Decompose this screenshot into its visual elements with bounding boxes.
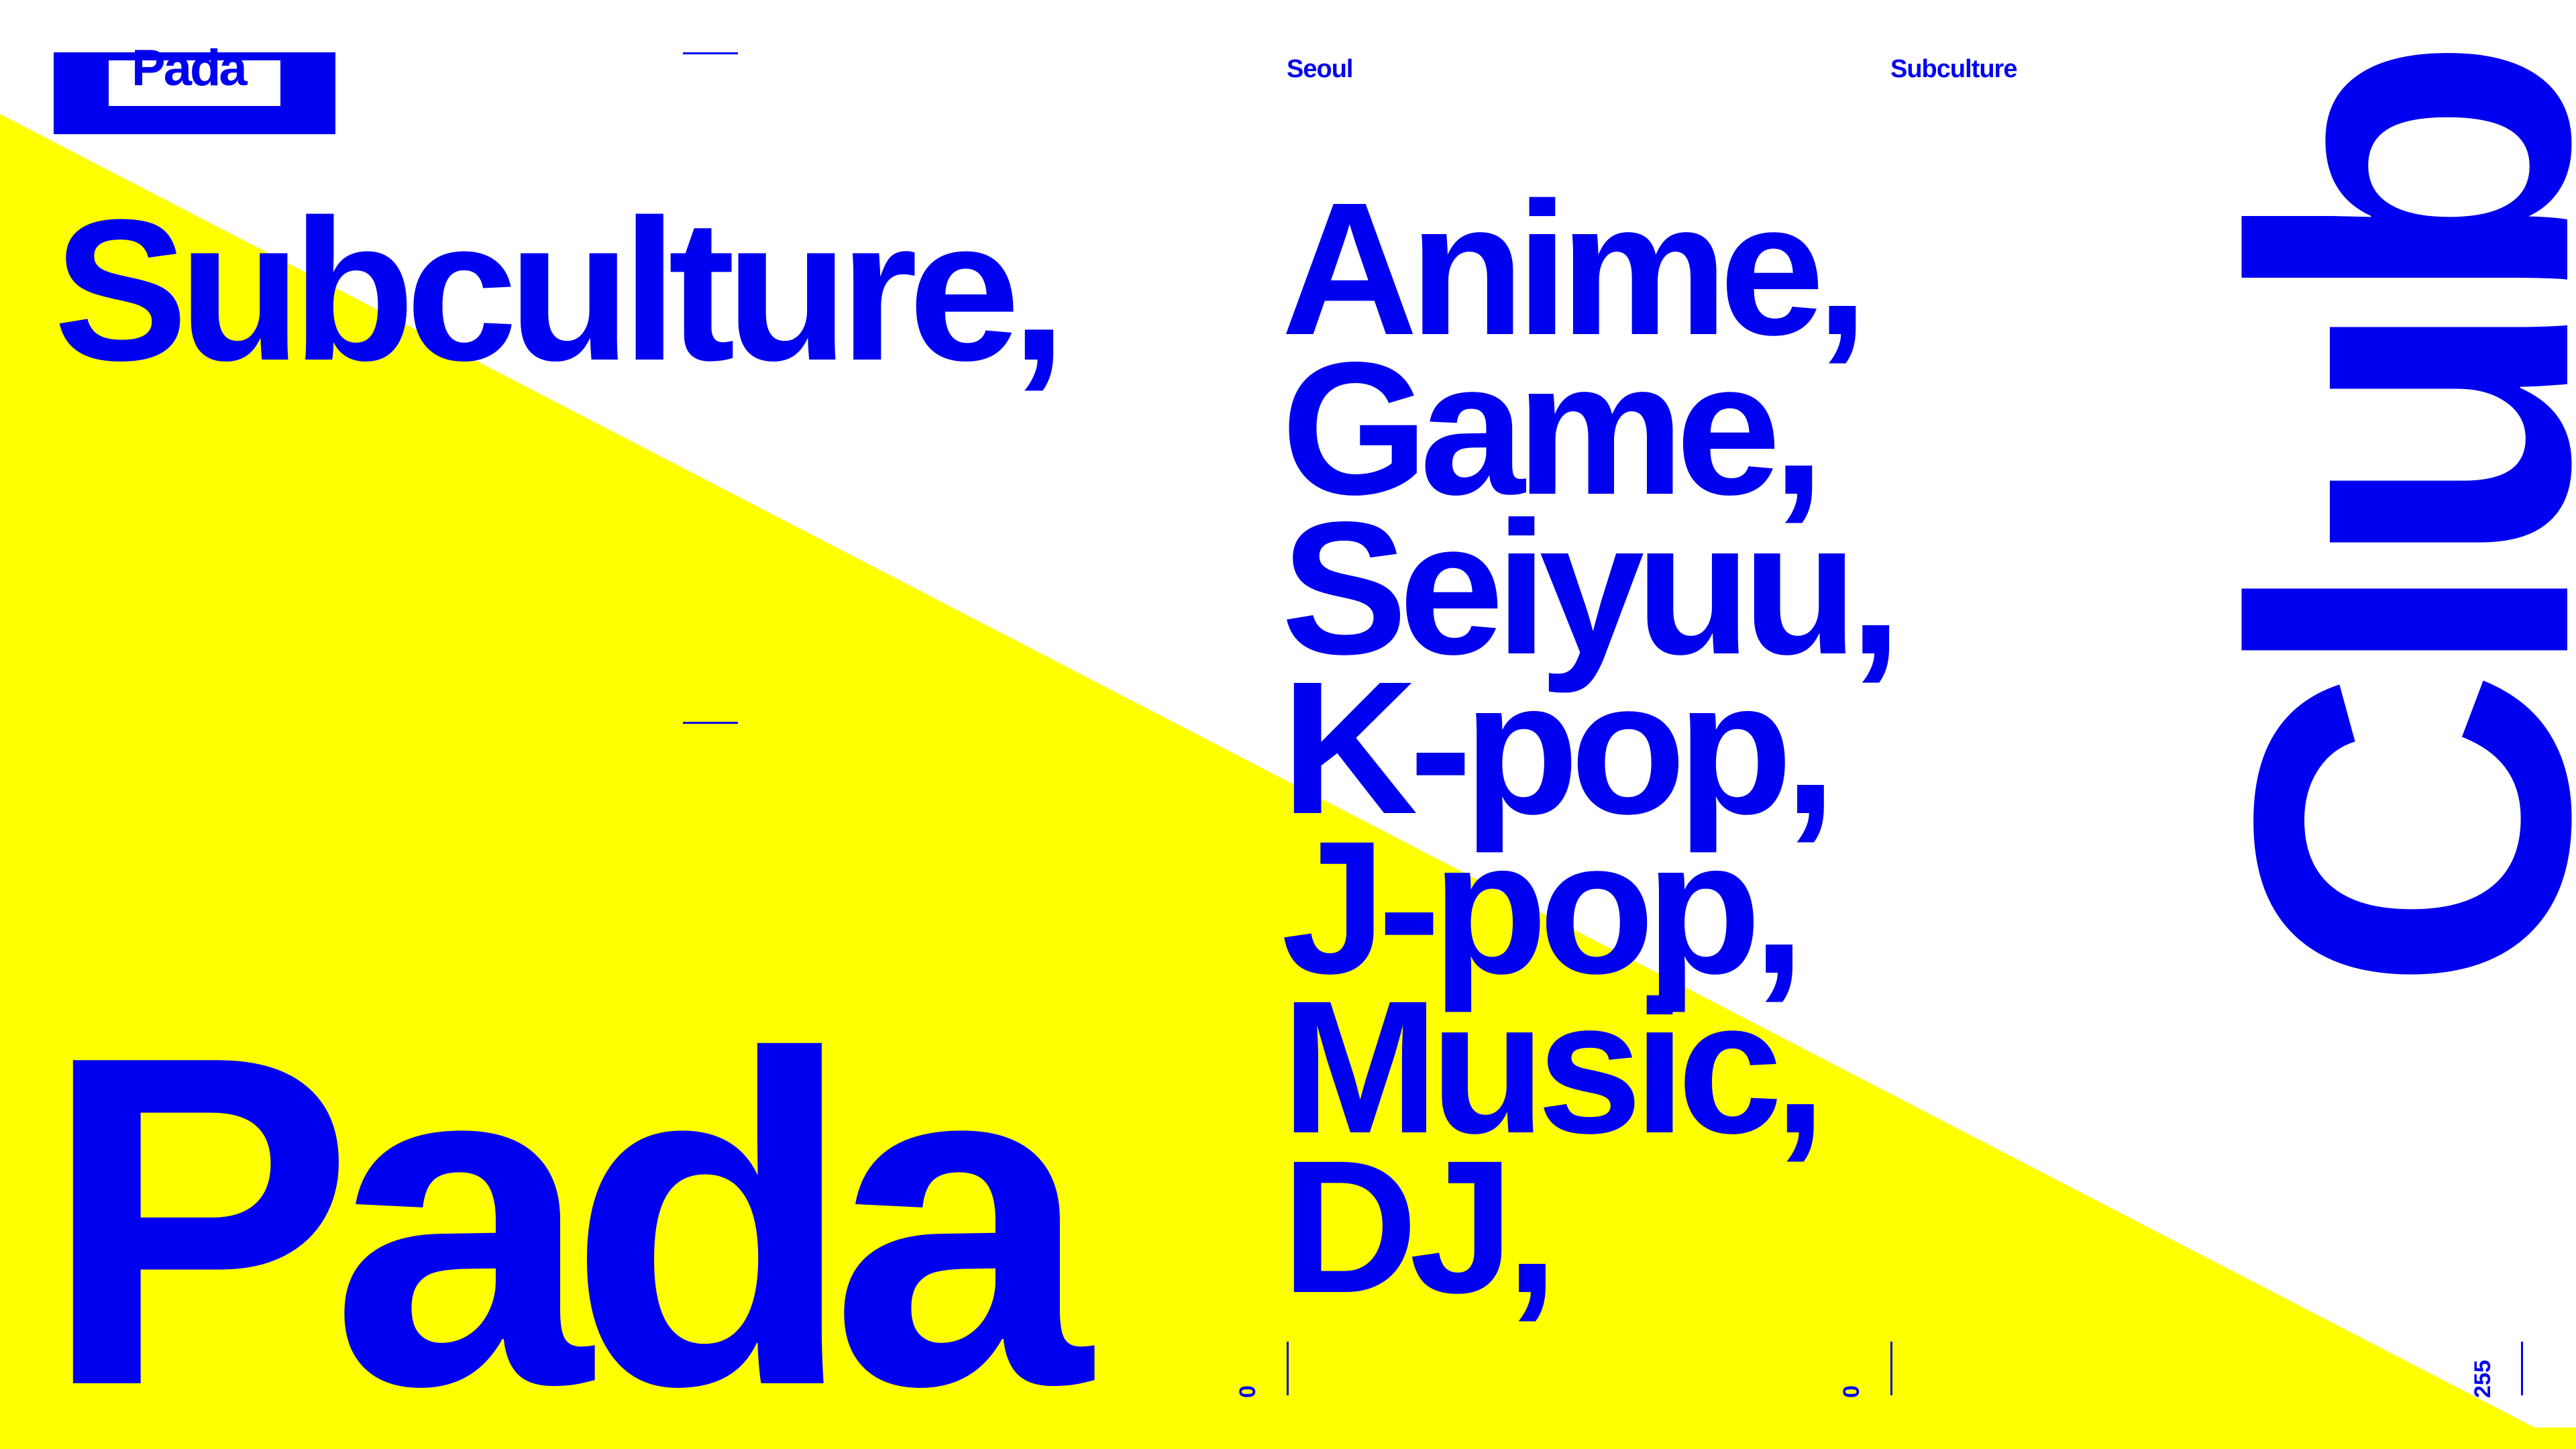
logo-label: Pada <box>131 40 248 97</box>
header-category: Subculture <box>1890 55 2017 83</box>
header-city: Seoul <box>1287 55 1353 83</box>
marker-left-rule <box>1287 1342 1289 1395</box>
top-short-rule <box>683 52 738 54</box>
marker-left: 0 <box>1235 1385 1260 1398</box>
headline: Subculture, <box>54 177 1067 402</box>
middle-short-rule <box>683 722 738 724</box>
marker-middle: 0 <box>1839 1385 1864 1398</box>
topic-list: Anime, Game, Seiyuu, K-pop, J-pop, Music… <box>1281 174 1902 1322</box>
brand-wordmark: Pada <box>42 959 1091 1449</box>
marker-middle-rule <box>1890 1342 1892 1395</box>
marker-right-rule <box>2521 1342 2523 1395</box>
marker-right: 255 <box>2470 1360 2496 1398</box>
club-vertical-label: Club <box>2160 48 2576 993</box>
